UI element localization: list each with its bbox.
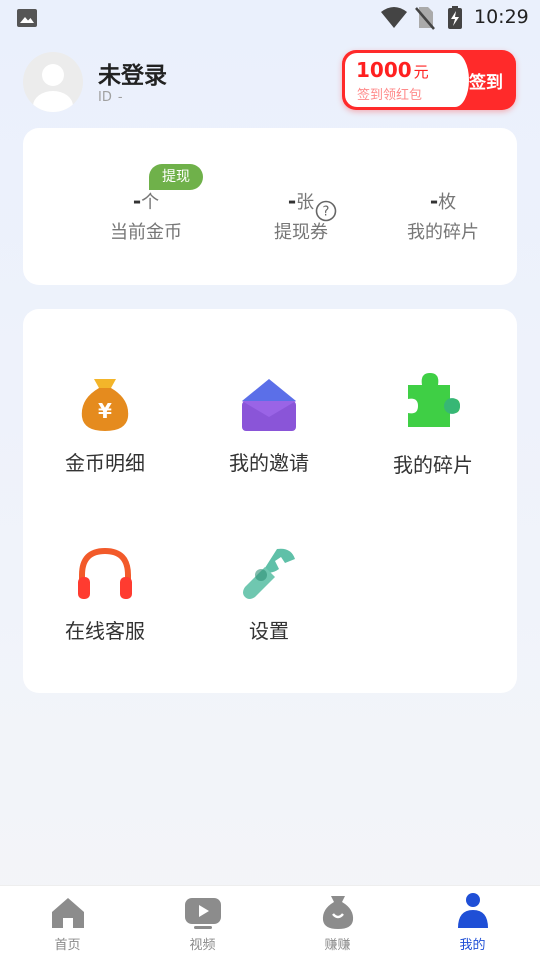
- tile-settings-label: 设置: [249, 619, 289, 643]
- nav-video-label: 视频: [189, 938, 216, 953]
- signin-button[interactable]: 1000 元 签到领红包 去签到: [342, 50, 516, 110]
- home-icon: [51, 898, 84, 928]
- person-icon: [457, 893, 488, 928]
- stats-card: 提现 -个 当前金币 -张 提现券 ? -枚 我的碎片: [23, 128, 517, 285]
- tile-coin-details-label: 金币明细: [65, 451, 145, 475]
- headphones-icon: [78, 547, 132, 599]
- envelope-icon: [242, 379, 296, 431]
- help-icon[interactable]: ?: [315, 200, 337, 222]
- stat-pieces-label: 我的碎片: [407, 222, 479, 243]
- user-id-value: -: [117, 90, 123, 105]
- nav-earn-label: 赚赚: [324, 938, 351, 953]
- user-id-label: ID: [98, 90, 112, 105]
- gallery-icon: [17, 9, 37, 27]
- signin-amount: 1000 元: [356, 58, 429, 82]
- signin-amount-unit: 元: [413, 63, 429, 81]
- tile-my-invitations[interactable]: 我的邀请: [187, 367, 351, 476]
- stat-coupons-unit: 张: [296, 192, 315, 213]
- tile-settings[interactable]: 设置: [187, 535, 351, 644]
- svg-text:?: ?: [323, 205, 330, 220]
- svg-text:¥: ¥: [98, 399, 112, 423]
- signin-subtitle: 签到领红包: [357, 88, 423, 103]
- stat-coins-label: 当前金币: [110, 222, 182, 243]
- battery-icon: [448, 6, 462, 29]
- stat-pieces-value: -: [429, 189, 439, 213]
- username[interactable]: 未登录: [98, 56, 167, 90]
- stat-coupons-value: -: [287, 189, 297, 213]
- withdraw-badge[interactable]: 提现: [149, 164, 203, 190]
- no-sim-icon: [415, 7, 435, 30]
- tile-coin-details[interactable]: ¥ 金币明细: [23, 367, 187, 476]
- tile-customer-service[interactable]: 在线客服: [23, 535, 187, 644]
- nav-video[interactable]: 视频: [135, 892, 270, 953]
- stat-my-pieces[interactable]: -枚 我的碎片: [368, 188, 518, 244]
- user-id: ID -: [98, 90, 129, 105]
- money-bag-icon: [322, 896, 353, 929]
- avatar[interactable]: [23, 52, 83, 112]
- stat-withdraw-coupons[interactable]: -张 提现券: [226, 188, 376, 244]
- bottom-nav: 首页 视频 赚赚 我的: [0, 885, 540, 960]
- video-icon: [184, 898, 221, 929]
- nav-earn[interactable]: 赚赚: [270, 892, 405, 953]
- money-bag-icon: ¥: [81, 379, 129, 431]
- wifi-icon: [381, 7, 407, 28]
- stat-coupons-label: 提现券: [274, 222, 328, 243]
- signin-action-label: 去签到: [452, 73, 503, 93]
- nav-home-label: 首页: [54, 938, 81, 953]
- features-card: ¥ 金币明细 我的邀请 我的碎片 在线客服 设置: [23, 309, 517, 693]
- stat-current-coins[interactable]: -个 当前金币: [71, 188, 221, 244]
- stat-pieces-unit: 枚: [438, 192, 457, 213]
- wrench-icon: [243, 548, 295, 599]
- tile-my-pieces[interactable]: 我的碎片: [351, 367, 515, 478]
- tile-customer-service-label: 在线客服: [65, 619, 145, 643]
- nav-home[interactable]: 首页: [0, 892, 135, 953]
- default-avatar-icon: [33, 64, 73, 112]
- stat-coins-value: -: [132, 189, 142, 213]
- tile-my-pieces-label: 我的碎片: [393, 453, 473, 477]
- nav-mine-label: 我的: [459, 938, 486, 953]
- status-clock: 10:29: [474, 6, 529, 28]
- nav-mine[interactable]: 我的: [405, 892, 540, 953]
- tile-my-invitations-label: 我的邀请: [229, 451, 309, 475]
- puzzle-icon: [408, 373, 460, 427]
- stat-coins-unit: 个: [141, 192, 160, 213]
- status-bar: 10:29: [0, 0, 540, 36]
